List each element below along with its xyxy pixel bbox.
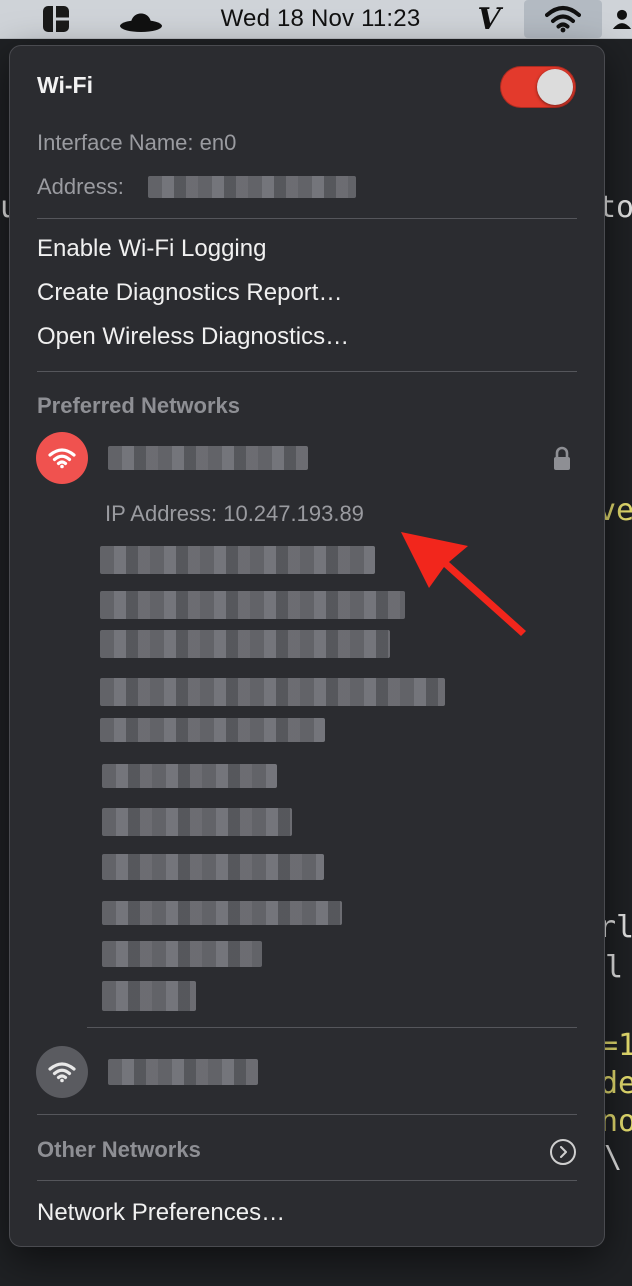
redacted-detail [102, 808, 292, 836]
separator [37, 371, 577, 372]
redacted-detail [100, 678, 445, 706]
connected-network-wifi-icon[interactable] [36, 432, 88, 484]
separator [37, 1180, 577, 1181]
terminal-fragment: \ [604, 1140, 623, 1175]
interface-name: Interface Name: en0 [37, 130, 237, 155]
redacted-detail [100, 546, 375, 574]
redacted-network-name[interactable] [108, 446, 308, 470]
wifi-menu-title: Wi-Fi [37, 72, 93, 98]
redacted-detail [102, 981, 196, 1011]
separator [37, 218, 577, 219]
ip-address: IP Address: 10.247.193.89 [105, 501, 364, 526]
menu-bar-clock[interactable]: Wed 18 Nov 11:23 [198, 0, 443, 38]
user-icon[interactable] [612, 0, 632, 38]
toggle-knob [537, 69, 573, 105]
redacted-detail [102, 764, 277, 788]
lock-icon [552, 446, 572, 477]
vim-icon[interactable]: V [470, 0, 508, 38]
redacted-detail [102, 854, 324, 880]
menu-bar: Wed 18 Nov 11:23 V [0, 0, 632, 39]
redacted-network-name[interactable] [108, 1059, 258, 1085]
annotation-arrow-icon [401, 532, 526, 636]
hat-icon[interactable] [116, 0, 166, 38]
wifi-toggle[interactable] [500, 66, 576, 108]
separator [87, 1027, 577, 1028]
create-diagnostics-report[interactable]: Create Diagnostics Report… [37, 279, 342, 307]
open-wireless-diagnostics[interactable]: Open Wireless Diagnostics… [37, 323, 349, 351]
network-wifi-icon[interactable] [36, 1046, 88, 1098]
redacted-address [148, 176, 356, 198]
chevron-right-icon[interactable] [550, 1139, 576, 1165]
terminal-fragment: l [605, 950, 624, 985]
redacted-detail [100, 591, 405, 619]
address-label: Address: [37, 174, 124, 199]
enable-wifi-logging[interactable]: Enable Wi-Fi Logging [37, 235, 266, 263]
redacted-detail [102, 901, 342, 925]
separator [37, 1114, 577, 1115]
redacted-detail [102, 941, 262, 967]
network-preferences[interactable]: Network Preferences… [37, 1199, 285, 1227]
wifi-icon[interactable] [524, 0, 602, 38]
other-networks[interactable]: Other Networks [37, 1137, 201, 1163]
redacted-detail [100, 718, 325, 742]
wifi-menu-panel: Wi-Fi Interface Name: en0 Address: Enabl… [9, 45, 605, 1247]
control-center-icon[interactable] [38, 0, 74, 38]
preferred-networks-heading: Preferred Networks [37, 393, 240, 418]
redacted-detail [100, 630, 390, 658]
